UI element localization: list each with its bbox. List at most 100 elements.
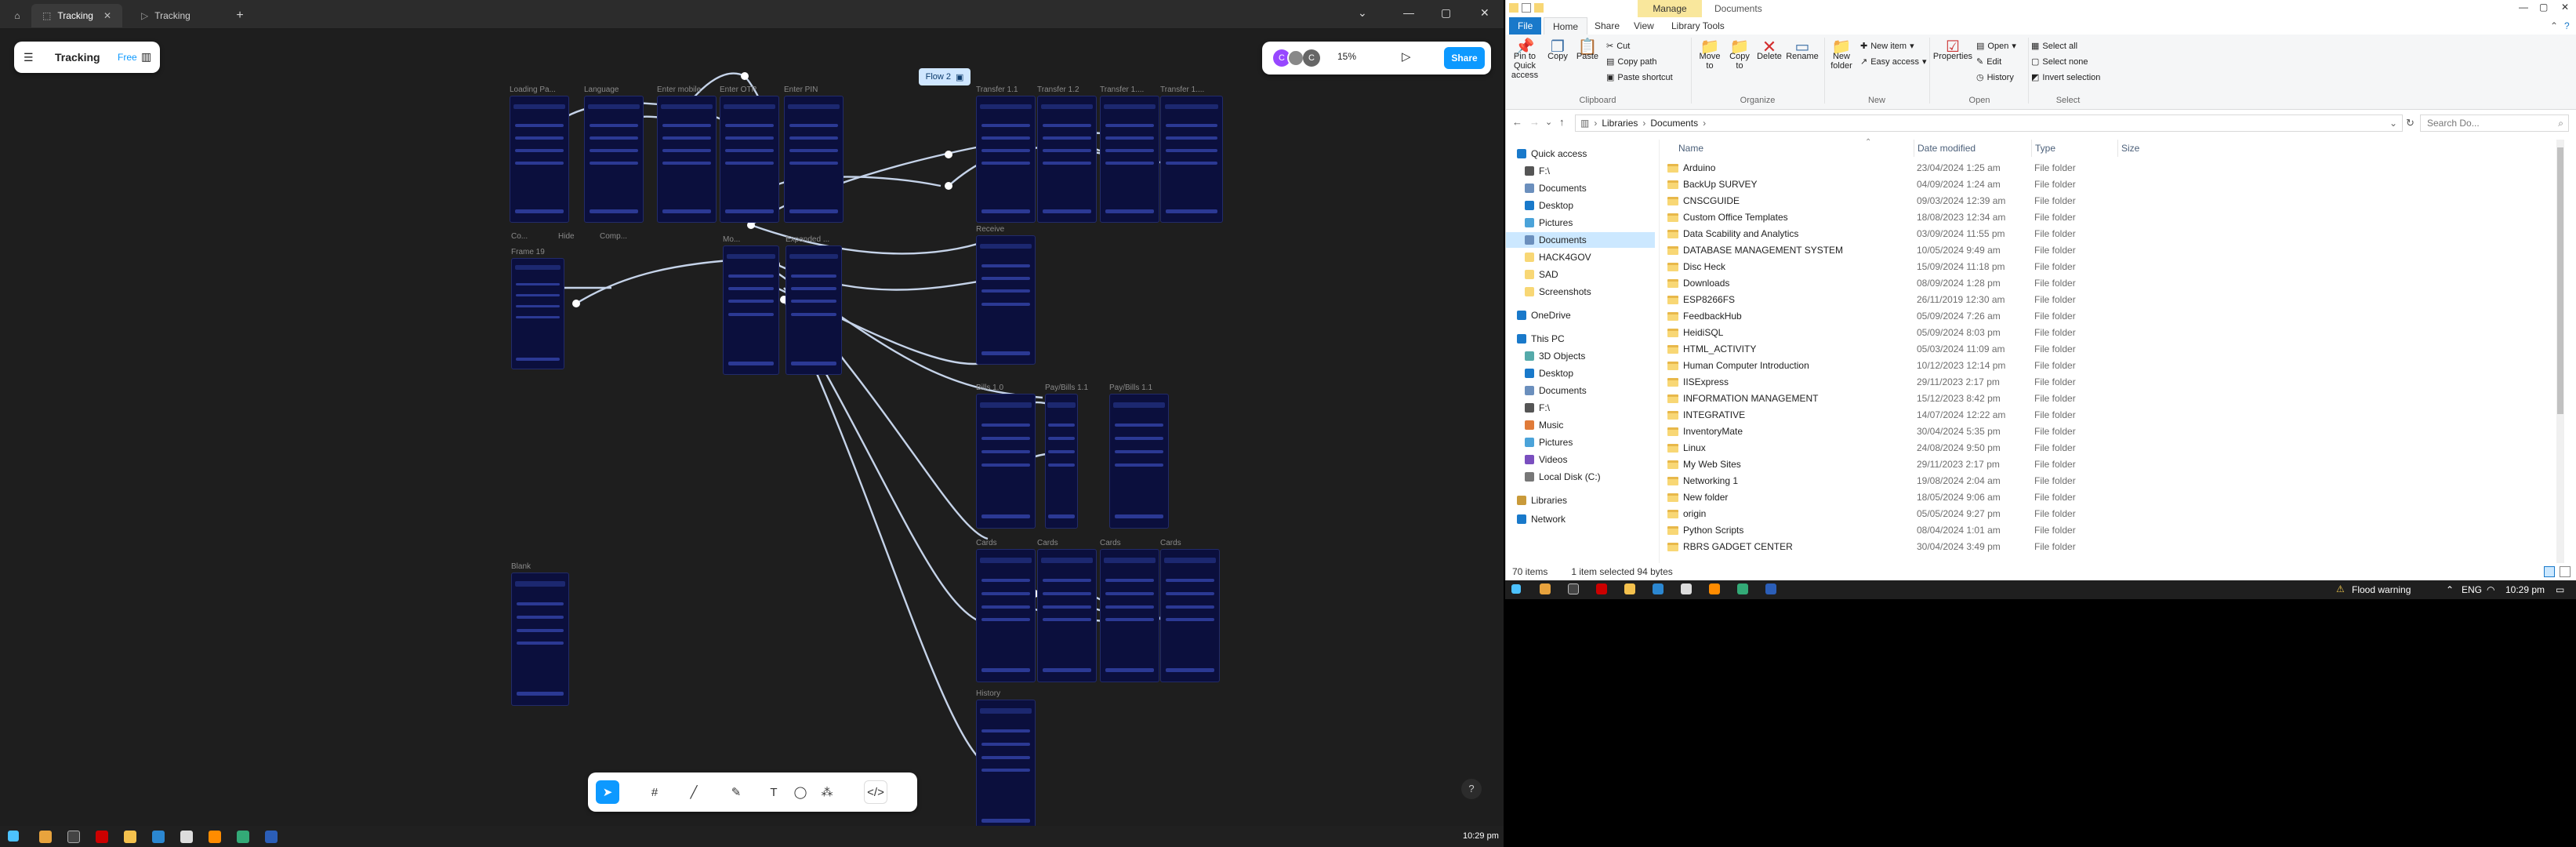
address-bar[interactable]: ▥ › Libraries › Documents › ⌄: [1575, 115, 2403, 132]
frame-label[interactable]: Transfer 1....: [1160, 85, 1204, 94]
avatar[interactable]: C: [1303, 49, 1320, 67]
app-icon[interactable]: [1709, 583, 1720, 594]
clock[interactable]: 10:29 pm: [2505, 584, 2545, 595]
edit-button[interactable]: ✎ Edit: [1976, 56, 2001, 67]
refresh-icon[interactable]: ↻: [2406, 117, 2415, 129]
nav-item[interactable]: Network: [1517, 511, 1566, 527]
word-icon[interactable]: [1765, 583, 1776, 594]
flow-starting-point[interactable]: Flow 2 ▣: [919, 68, 971, 85]
column-header-size[interactable]: Size: [2117, 140, 2139, 157]
file-row[interactable]: Custom Office Templates 18/08/2023 12:34 …: [1663, 209, 2564, 226]
screen-frame[interactable]: [976, 96, 1036, 223]
present-icon[interactable]: ▷: [1402, 49, 1411, 64]
app-icon[interactable]: [237, 831, 249, 843]
file-name[interactable]: Tracking: [55, 51, 100, 64]
manage-context-tab[interactable]: Manage: [1638, 0, 1702, 17]
screen-frame[interactable]: [1160, 549, 1220, 682]
new-item-button[interactable]: ✚ New item ▾: [1860, 41, 1914, 52]
frame-label[interactable]: Bills 1.0: [976, 384, 1003, 392]
opera-icon[interactable]: [96, 831, 108, 843]
recent-chevron-icon[interactable]: ⌄: [1545, 117, 1552, 127]
rename-button[interactable]: ▭ Rename: [1785, 39, 1820, 61]
file-row[interactable]: RBRS GADGET CENTER 30/04/2024 3:49 pm File…: [1663, 539, 2564, 555]
file-row[interactable]: Data Scability and Analytics 03/09/2024 1…: [1663, 226, 2564, 242]
chrome-icon[interactable]: [39, 831, 52, 843]
nav-item[interactable]: HACK4GOV: [1525, 249, 1591, 265]
chevron-down-icon[interactable]: ⌄: [1358, 6, 1367, 20]
frame-label[interactable]: Pay/Bills 1.1: [1109, 384, 1152, 392]
scrollbar[interactable]: [2556, 140, 2564, 563]
text-tool-icon[interactable]: T: [762, 780, 785, 804]
store-icon[interactable]: [1681, 583, 1692, 594]
file-row[interactable]: HTML_ACTIVITY 05/03/2024 11:09 am File fol…: [1663, 341, 2564, 358]
file-row[interactable]: Disc Heck 15/09/2024 11:18 pm File folder: [1663, 259, 2564, 275]
zoom-level[interactable]: 15%: [1337, 51, 1356, 62]
nav-item[interactable]: Local Disk (C:): [1525, 469, 1601, 485]
nav-item[interactable]: Desktop: [1525, 198, 1573, 213]
nav-item[interactable]: Pictures: [1525, 434, 1573, 450]
frame-label[interactable]: Transfer 1....: [1100, 85, 1144, 94]
screen-frame[interactable]: [511, 573, 569, 706]
mail-icon[interactable]: [1653, 583, 1664, 594]
figma-canvas[interactable]: ☰ Tracking Free ▥ C C 15% ▷ Share Flow 2…: [0, 29, 1504, 826]
resources-tool-icon[interactable]: ⁂: [815, 780, 839, 804]
nav-item[interactable]: F:\: [1525, 400, 1550, 416]
figma-taskbar-icon[interactable]: [1568, 583, 1579, 594]
home-icon[interactable]: ⌂: [6, 4, 28, 27]
frame-tool-icon[interactable]: #: [643, 780, 666, 804]
frame-label[interactable]: Transfer 1.1: [976, 85, 1018, 94]
file-row[interactable]: Arduino 23/04/2024 1:25 am File folder: [1663, 160, 2564, 176]
opera-icon[interactable]: [1596, 583, 1607, 594]
add-tab-button[interactable]: +: [229, 4, 251, 27]
file-row[interactable]: INFORMATION MANAGEMENT 15/12/2023 8:42 pm…: [1663, 391, 2564, 407]
tab-view[interactable]: View: [1625, 17, 1663, 35]
back-icon[interactable]: ←: [1512, 116, 1522, 128]
nav-item[interactable]: 3D Objects: [1525, 348, 1585, 364]
open-button[interactable]: ▤ Open ▾: [1976, 41, 2016, 52]
tab-tracking-active[interactable]: ⬚ Tracking ✕: [31, 4, 122, 27]
explorer-taskbar-icon[interactable]: [1624, 583, 1635, 594]
frame-label[interactable]: Cards: [1037, 539, 1058, 547]
frame-label[interactable]: Pay/Bills 1.1: [1045, 384, 1088, 392]
tab-file[interactable]: File: [1509, 17, 1542, 35]
file-row[interactable]: InventoryMate 30/04/2024 5:35 pm File fold…: [1663, 424, 2564, 440]
frame-label[interactable]: Hide: [558, 232, 575, 241]
screen-frame[interactable]: [976, 700, 1036, 826]
frame-label[interactable]: Expanded ...: [785, 235, 829, 244]
file-row[interactable]: Networking 1 19/08/2024 2:04 am File folde…: [1663, 473, 2564, 489]
select-all-button[interactable]: ▦ Select all: [2031, 41, 2077, 52]
file-row[interactable]: ESP8266FS 26/11/2019 12:30 am File folder: [1663, 292, 2564, 308]
nav-item[interactable]: Documents: [1525, 383, 1587, 398]
frame-label[interactable]: Frame 19: [511, 248, 545, 256]
minimize-button[interactable]: —: [1403, 6, 1414, 19]
file-row[interactable]: New folder 18/05/2024 9:06 am File folder: [1663, 489, 2564, 506]
chevron-down-icon[interactable]: ⌄: [2389, 118, 2397, 129]
screen-frame[interactable]: [723, 245, 779, 375]
screen-frame[interactable]: [785, 245, 842, 375]
nav-item[interactable]: Music: [1525, 417, 1563, 433]
file-row[interactable]: origin 05/05/2024 9:27 pm File folder: [1663, 506, 2564, 522]
close-window-button[interactable]: ✕: [2561, 2, 2569, 13]
tab-tracking-prototype[interactable]: ▷ Tracking: [130, 4, 216, 27]
file-row[interactable]: FeedbackHub 05/09/2024 7:26 am File folder: [1663, 308, 2564, 325]
minimize-button[interactable]: —: [2519, 2, 2528, 13]
move-to-button[interactable]: 📁 Move to: [1696, 39, 1724, 71]
screen-frame[interactable]: [976, 549, 1036, 682]
copy-to-button[interactable]: 📁 Copy to: [1725, 39, 1754, 71]
tab-library-tools[interactable]: Library Tools: [1663, 17, 1733, 35]
screen-frame[interactable]: [1037, 549, 1097, 682]
screen-frame[interactable]: [510, 96, 569, 223]
copy-button[interactable]: ❐ Copy: [1544, 39, 1572, 61]
store-icon[interactable]: [180, 831, 193, 843]
frame-label[interactable]: Cards: [1100, 539, 1121, 547]
move-tool-icon[interactable]: ➤: [596, 780, 619, 804]
screen-frame[interactable]: [657, 96, 717, 223]
file-row[interactable]: DATABASE MANAGEMENT SYSTEM 10/05/2024 9:4…: [1663, 242, 2564, 259]
screen-frame[interactable]: [784, 96, 844, 223]
frame-label[interactable]: History: [976, 689, 1000, 698]
file-row[interactable]: BackUp SURVEY 04/09/2024 1:24 am File fold…: [1663, 176, 2564, 193]
paste-button[interactable]: 📋 Paste: [1572, 39, 1603, 61]
large-icons-view-icon[interactable]: [2560, 566, 2571, 577]
weather-text[interactable]: Flood warning: [2352, 584, 2411, 595]
nav-item[interactable]: Videos: [1525, 452, 1567, 467]
